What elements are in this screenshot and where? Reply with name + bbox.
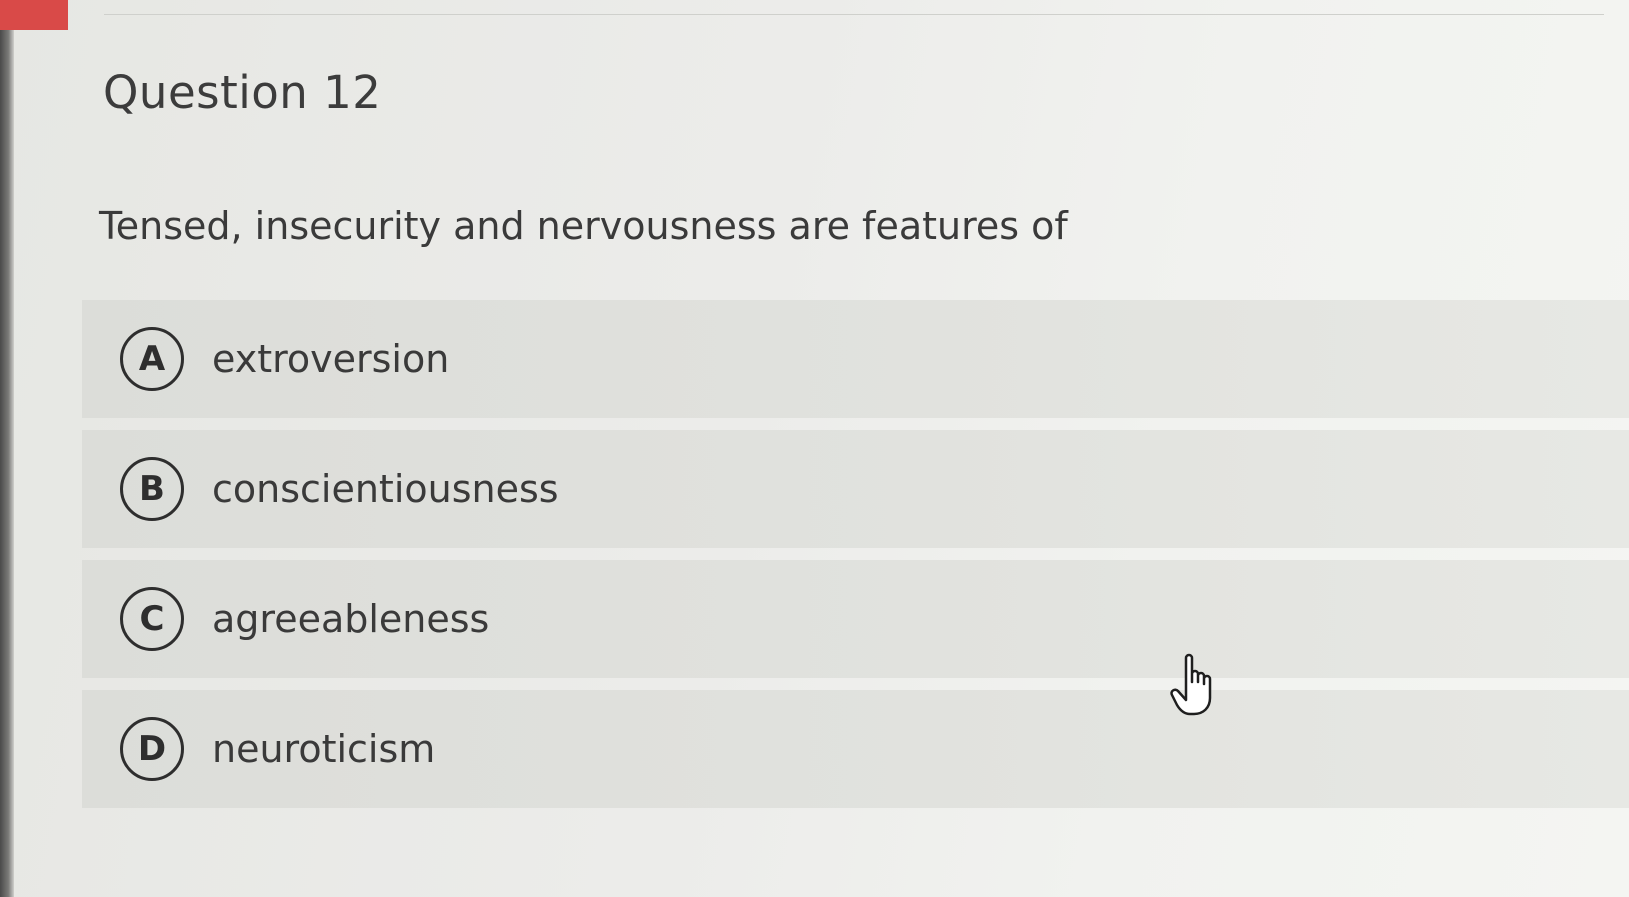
question-title: Question 12: [103, 66, 382, 119]
option-d[interactable]: D neuroticism: [82, 690, 1629, 808]
option-a[interactable]: A extroversion: [82, 300, 1629, 418]
option-label: extroversion: [212, 337, 450, 381]
option-label: conscientiousness: [212, 467, 559, 511]
screen-edge: [0, 0, 14, 897]
option-b[interactable]: B conscientiousness: [82, 430, 1629, 548]
question-prompt: Tensed, insecurity and nervousness are f…: [99, 204, 1068, 248]
option-letter-badge: D: [120, 717, 184, 781]
option-c[interactable]: C agreeableness: [82, 560, 1629, 678]
option-label: neuroticism: [212, 727, 436, 771]
divider: [104, 14, 1604, 15]
quiz-screen: Question 12 Tensed, insecurity and nervo…: [0, 0, 1629, 897]
hand-pointer-icon: [1170, 653, 1212, 716]
option-label: agreeableness: [212, 597, 490, 641]
answer-options: A extroversion B conscientiousness C agr…: [82, 300, 1629, 820]
option-letter-badge: B: [120, 457, 184, 521]
option-letter-badge: C: [120, 587, 184, 651]
option-letter-badge: A: [120, 327, 184, 391]
accent-marker: [0, 0, 68, 30]
